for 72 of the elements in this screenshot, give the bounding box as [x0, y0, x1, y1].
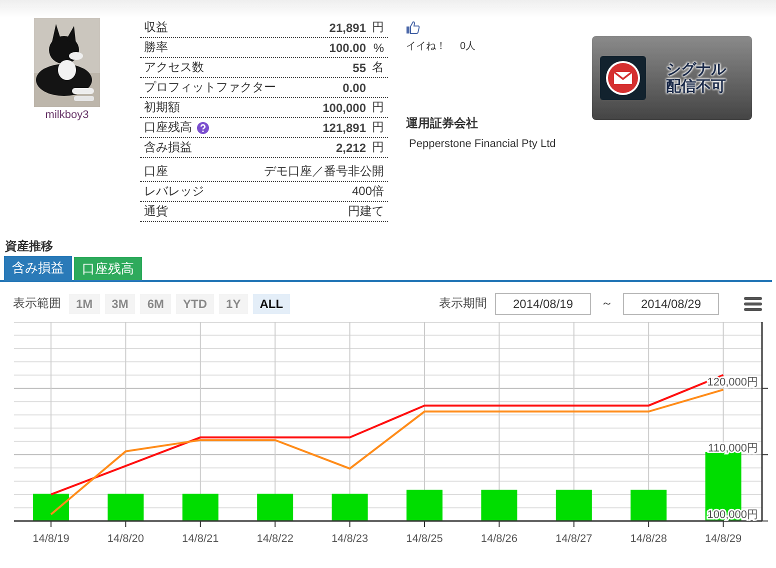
stat-value: 121,891 [322, 120, 366, 134]
stat-unit: % [372, 40, 384, 54]
y-tick-label: 110,000円 [708, 442, 758, 455]
chart-bar [406, 490, 442, 521]
account-value: デモ口座／番号非公開 [264, 163, 384, 180]
stat-value: 0.00 [342, 80, 366, 94]
period-separator: ～ [601, 295, 613, 312]
stat-label: プロフィットファクター [144, 79, 276, 96]
range-button[interactable]: 3M [104, 294, 136, 314]
x-tick-label: 14/8/28 [630, 533, 667, 545]
chart-bar [556, 490, 592, 521]
broker-heading: 運用証券会社 [406, 115, 479, 132]
chart-bar [33, 494, 69, 521]
account-label: 口座 [144, 163, 168, 180]
stat-label: 収益 [144, 19, 168, 36]
stat-label: 初期額 [144, 99, 180, 116]
range-button[interactable]: 6M [140, 294, 172, 314]
stat-unit: 円 [371, 99, 384, 116]
mail-icon [600, 56, 646, 100]
user-name[interactable]: milkboy3 [45, 109, 89, 121]
thumbs-up-icon[interactable] [406, 21, 420, 34]
x-tick-label: 14/8/20 [107, 533, 144, 545]
help-icon[interactable] [197, 122, 209, 134]
stat-value: 2,212 [336, 140, 366, 154]
range-label: 表示範囲 [13, 295, 61, 312]
x-tick-label: 14/8/21 [182, 533, 219, 545]
x-tick-label: 14/8/23 [331, 533, 368, 545]
x-tick-label: 14/8/27 [556, 533, 592, 545]
date-field[interactable]: 2014/08/19 [495, 292, 591, 314]
stat-value: 100,000 [322, 100, 366, 114]
signal-text: シグナル [666, 61, 726, 78]
stat-unit: 円 [371, 139, 384, 156]
range-button[interactable]: 1Y [219, 294, 248, 314]
stat-label: 口座残高 [144, 119, 192, 136]
range-button[interactable]: 1M [69, 294, 100, 314]
menu-icon[interactable] [744, 296, 762, 310]
x-tick-label: 14/8/25 [406, 533, 443, 545]
chart-bar [630, 490, 667, 521]
stat-value: 55 [352, 60, 366, 74]
like-label: イイね！ [406, 40, 446, 53]
stat-label: 勝率 [144, 39, 168, 56]
chart-bar [182, 494, 218, 521]
x-tick-label: 14/8/26 [480, 533, 518, 545]
stat-unit: 円 [371, 19, 384, 36]
tab[interactable]: 口座残高 [74, 257, 142, 280]
x-tick-label: 14/8/29 [704, 533, 742, 545]
signal-text: 配信不可 [666, 78, 726, 95]
section-title: 資産推移 [5, 238, 54, 255]
chart-bar [481, 490, 518, 521]
account-value: 400倍 [352, 183, 384, 200]
account-label: レバレッジ [144, 183, 204, 200]
x-tick-label: 14/8/22 [256, 533, 294, 545]
tab[interactable]: 含み損益 [4, 256, 72, 280]
chart-bar [108, 494, 144, 521]
chart-bar [332, 494, 368, 521]
stat-value: 100.00 [329, 40, 366, 54]
like-count: 0人 [460, 40, 476, 53]
stat-label: アクセス数 [144, 59, 204, 76]
period-label: 表示期間 [439, 295, 487, 312]
stat-unit: 円 [371, 119, 384, 136]
range-button[interactable]: YTD [176, 294, 214, 314]
broker-name: Pepperstone Financial Pty Ltd [408, 138, 557, 150]
chart-bar [257, 494, 294, 521]
x-tick-label: 14/8/19 [32, 533, 70, 545]
stat-value: 21,891 [329, 20, 366, 34]
range-button[interactable]: ALL [252, 294, 290, 314]
stat-label: 含み損益 [144, 139, 192, 156]
stat-unit: 名 [371, 59, 384, 76]
account-label: 通貨 [144, 203, 168, 220]
account-value: 円建て [348, 203, 384, 220]
date-field[interactable]: 2014/08/29 [623, 292, 719, 314]
y-tick-label: 120,000円 [707, 376, 758, 388]
